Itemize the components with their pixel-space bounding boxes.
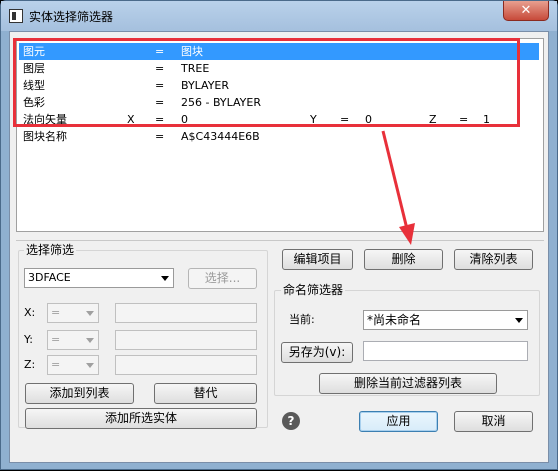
dialog-window: 实体选择筛选器 ✕ 图元 = 图块 图层 = TREE 线型 = BYLAYER… bbox=[0, 0, 558, 470]
annotation-arrow bbox=[381, 130, 415, 245]
